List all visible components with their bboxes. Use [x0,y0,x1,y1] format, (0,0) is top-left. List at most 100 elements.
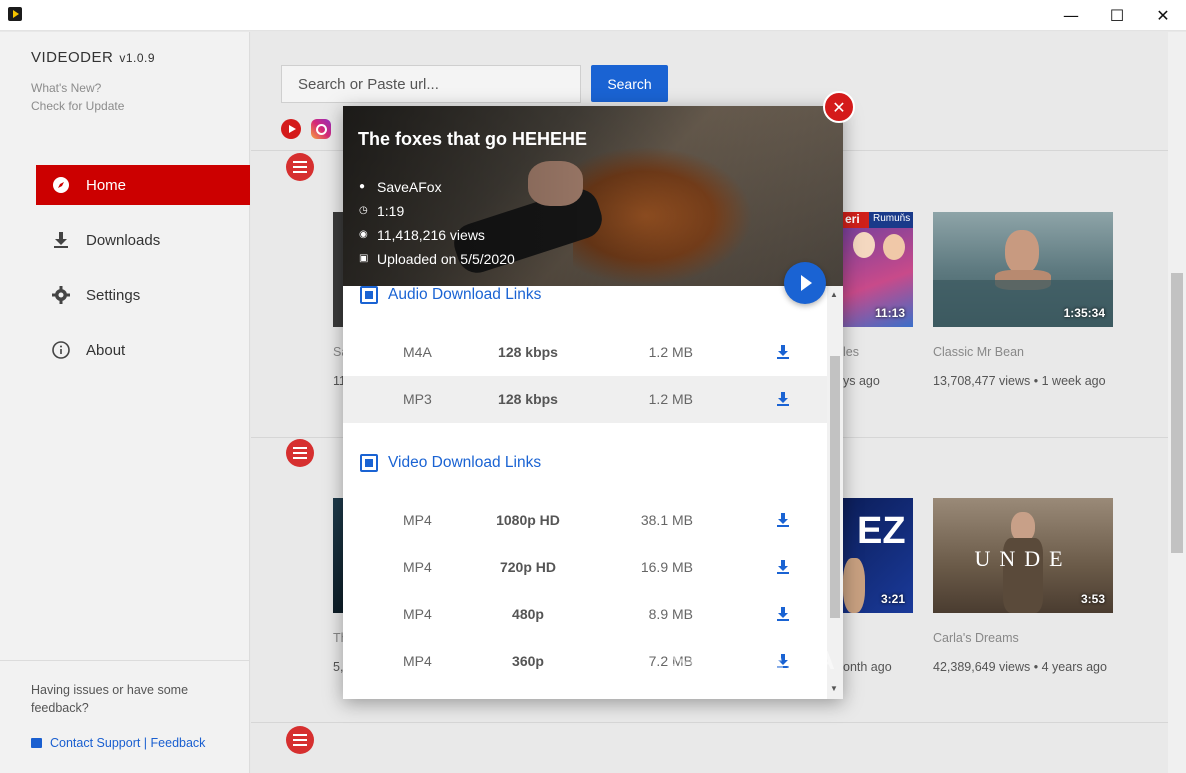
user-icon: ● [359,181,366,192]
youtube-icon[interactable] [281,119,301,139]
scroll-up-icon[interactable]: ▲ [830,290,838,299]
video-title[interactable]: Classic Mr Bean [933,345,1024,359]
video-section-header: Video Download Links [360,454,541,472]
download-icon[interactable] [777,345,789,359]
clock-icon: ◷ [359,205,368,216]
close-window-button[interactable]: ✕ [1140,0,1186,31]
main-scrollbar-thumb[interactable] [1171,273,1183,553]
sidebar: VIDEODER v1.0.9 What's New? Check for Upd… [0,32,250,773]
gear-icon [52,286,70,304]
music-icon [360,286,378,304]
title-bar: — ☐ ✕ [0,0,1186,31]
format-label: MP3 [403,391,432,407]
check-update-link[interactable]: Check for Update [31,99,124,113]
format-label: M4A [403,344,432,360]
softpedia-watermark: SOFTPEDIA [670,645,837,675]
download-row[interactable]: MP4 1080p HD 38.1 MB [343,497,827,544]
video-icon [360,454,378,472]
video-meta: 13,708,477 views • 1 week ago [933,374,1106,388]
search-button[interactable]: Search [591,65,668,102]
size-label: 1.2 MB [648,344,693,360]
size-label: 16.9 MB [640,559,693,575]
upload-label: Uploaded on 5/5/2020 [377,251,515,267]
size-label: 1.2 MB [648,391,693,407]
download-icon[interactable] [777,513,789,527]
app-name: VIDEODER [31,49,114,66]
section-menu-icon[interactable] [286,439,314,467]
modal-channel: ● SaveAFox [359,179,442,195]
format-label: MP4 [403,606,432,622]
video-header-label: Video Download Links [388,454,542,471]
close-modal-button[interactable]: ✕ [823,91,855,123]
format-label: MP4 [403,512,432,528]
video-thumbnail[interactable]: eri Rumuňs 11:13 [843,212,913,327]
scroll-down-icon[interactable]: ▼ [830,684,838,693]
quality-label: 128 kbps [498,391,558,407]
thumbnail-text: EZ [857,510,906,552]
nav-about[interactable]: About [36,330,250,370]
video-meta: 5, [333,660,344,674]
chat-icon [31,738,42,748]
app-version: v1.0.9 [119,51,156,65]
minimize-button[interactable]: — [1048,0,1094,31]
download-row[interactable]: MP4 720p HD 16.9 MB [343,544,827,591]
download-icon[interactable] [777,607,789,621]
nav-home[interactable]: Home [36,165,250,205]
modal-video-title: The foxes that go HEHEHE [358,129,588,149]
quality-label: 1080p HD [496,512,560,528]
calendar-icon: ▣ [359,253,369,264]
download-row[interactable]: M4A 128 kbps 1.2 MB [343,329,827,376]
section-divider [251,722,1168,723]
video-thumbnail[interactable]: UNDE 3:53 [933,498,1113,613]
video-title[interactable]: les [843,345,859,359]
thumbnail-text: Rumuňs [873,213,911,224]
video-duration: 11:13 [874,306,905,320]
modal-views: ◉ 11,418,216 views [359,227,485,243]
nav-downloads-label: Downloads [86,231,161,249]
size-label: 8.9 MB [648,606,693,622]
format-label: MP4 [403,559,432,575]
contact-support-link[interactable]: Contact Support | Feedback [31,736,205,750]
audio-header-label: Audio Download Links [388,286,542,303]
search-input[interactable]: Search or Paste url... [281,65,581,103]
download-icon[interactable] [777,560,789,574]
modal-duration: ◷ 1:19 [359,203,404,219]
size-label: 38.1 MB [640,512,693,528]
download-icon [52,231,70,249]
video-thumbnail[interactable]: EZ 3:21 [843,498,913,613]
video-title[interactable]: Carla's Dreams [933,631,1019,645]
play-button[interactable] [784,262,826,304]
download-modal: The foxes that go HEHEHE ● SaveAFox ◷ 1:19… [343,106,843,699]
video-meta: onth ago [843,660,892,674]
video-duration: 3:53 [1080,592,1105,606]
views-label: 11,418,216 views [377,227,485,243]
quality-label: 480p [512,606,544,622]
nav-settings[interactable]: Settings [36,275,250,315]
modal-scrollbar-thumb[interactable] [830,356,840,618]
video-meta: 42,389,649 views • 4 years ago [933,660,1107,674]
video-duration: 1:35:34 [1063,306,1105,320]
contact-label: Contact Support | Feedback [50,736,206,750]
help-text: Having issues or have some feedback? [31,683,189,715]
sidebar-divider [0,660,250,661]
quality-label: 128 kbps [498,344,558,360]
nav-about-label: About [86,341,126,359]
video-preview: The foxes that go HEHEHE ● SaveAFox ◷ 1:19… [343,106,843,286]
download-row[interactable]: MP4 480p 8.9 MB [343,591,827,638]
info-icon [52,341,70,359]
video-duration: 3:21 [880,592,905,606]
nav-downloads[interactable]: Downloads [36,220,250,260]
download-icon[interactable] [777,392,789,406]
instagram-icon[interactable] [311,119,331,139]
video-thumbnail[interactable]: 1:35:34 [933,212,1113,327]
video-meta: ys ago [843,374,880,388]
section-menu-icon[interactable] [286,726,314,754]
maximize-button[interactable]: ☐ [1094,0,1140,31]
modal-upload-date: ▣ Uploaded on 5/5/2020 [359,251,515,267]
eye-icon: ◉ [359,229,368,240]
section-menu-icon[interactable] [286,153,314,181]
download-row[interactable]: MP3 128 kbps 1.2 MB [343,376,827,423]
quality-label: 360p [512,653,544,669]
whats-new-link[interactable]: What's New? [31,81,101,95]
duration-label: 1:19 [377,203,405,219]
